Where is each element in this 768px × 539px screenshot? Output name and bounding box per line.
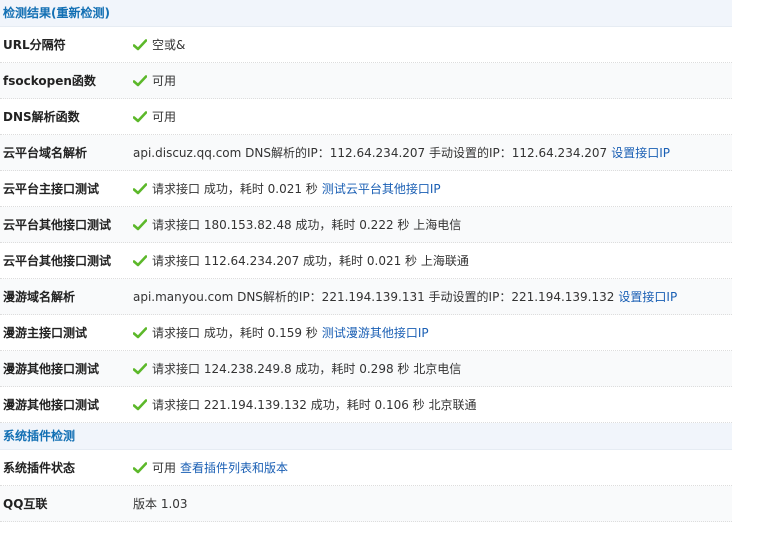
- row-label: URL分隔符: [3, 38, 66, 52]
- row-label: 漫游主接口测试: [3, 326, 88, 340]
- row-qq-connect: QQ互联 版本 1.03: [0, 486, 732, 522]
- row-value: 可用: [133, 72, 176, 89]
- test-manyou-other-ip-link[interactable]: 测试漫游其他接口IP: [322, 324, 429, 341]
- row-manyou-other-test-2: 漫游其他接口测试 请求接口 221.194.139.132 成功，耗时 0.10…: [0, 387, 732, 423]
- row-value: 版本 1.03: [133, 495, 188, 512]
- row-value: 可用 查看插件列表和版本: [133, 459, 288, 476]
- row-value: 请求接口 成功，耗时 0.021 秒 测试云平台其他接口IP: [133, 180, 441, 197]
- diagnostic-panel: 检测结果(重新检测) URL分隔符 空或& fsockopen函数 可用 DNS…: [0, 0, 732, 522]
- test-cloud-other-ip-link[interactable]: 测试云平台其他接口IP: [322, 180, 441, 197]
- check-icon: [133, 218, 147, 230]
- value-text: api.manyou.com DNS解析的IP：221.194.139.131 …: [133, 290, 615, 304]
- view-plugin-list-link[interactable]: 查看插件列表和版本: [180, 459, 288, 476]
- row-dns-function: DNS解析函数 可用: [0, 99, 732, 135]
- check-icon: [133, 110, 147, 122]
- set-interface-ip-link[interactable]: 设置接口IP: [618, 288, 677, 305]
- row-value: 请求接口 成功，耗时 0.159 秒 测试漫游其他接口IP: [133, 324, 429, 341]
- check-icon: [133, 326, 147, 338]
- row-plugin-status: 系统插件状态 可用 查看插件列表和版本: [0, 450, 732, 486]
- check-icon: [133, 38, 147, 50]
- value-text: 可用: [152, 110, 177, 124]
- row-manyou-other-test-1: 漫游其他接口测试 请求接口 124.238.249.8 成功，耗时 0.298 …: [0, 351, 732, 387]
- row-cloud-main-test: 云平台主接口测试 请求接口 成功，耗时 0.021 秒 测试云平台其他接口IP: [0, 171, 732, 207]
- value-text: 可用: [152, 461, 177, 475]
- row-label: 系统插件状态: [3, 461, 76, 475]
- row-cloud-dns: 云平台域名解析 api.discuz.qq.com DNS解析的IP：112.6…: [0, 135, 732, 171]
- section-header-plugin-check: 系统插件检测: [0, 423, 732, 450]
- check-icon: [133, 362, 147, 374]
- row-label: 云平台其他接口测试: [3, 254, 112, 268]
- value-text: 请求接口 221.194.139.132 成功，耗时 0.106 秒 北京联通: [152, 398, 477, 412]
- check-icon: [133, 461, 147, 473]
- section-header-check-results[interactable]: 检测结果(重新检测): [0, 0, 732, 27]
- row-value: 空或&: [133, 36, 185, 53]
- value-text: 可用: [152, 74, 177, 88]
- row-value: 请求接口 180.153.82.48 成功，耗时 0.222 秒 上海电信: [133, 216, 461, 233]
- row-value: 可用: [133, 108, 176, 125]
- value-text: 请求接口 124.238.249.8 成功，耗时 0.298 秒 北京电信: [152, 362, 462, 376]
- row-value: 请求接口 124.238.249.8 成功，耗时 0.298 秒 北京电信: [133, 360, 461, 377]
- row-fsockopen: fsockopen函数 可用: [0, 63, 732, 99]
- row-label: fsockopen函数: [3, 74, 96, 88]
- set-interface-ip-link[interactable]: 设置接口IP: [611, 144, 670, 161]
- row-cloud-other-test-1: 云平台其他接口测试 请求接口 180.153.82.48 成功，耗时 0.222…: [0, 207, 732, 243]
- row-cloud-other-test-2: 云平台其他接口测试 请求接口 112.64.234.207 成功，耗时 0.02…: [0, 243, 732, 279]
- row-label: 云平台域名解析: [3, 146, 88, 160]
- value-text: 请求接口 112.64.234.207 成功，耗时 0.021 秒 上海联通: [152, 254, 469, 268]
- check-icon: [133, 398, 147, 410]
- row-value: 请求接口 112.64.234.207 成功，耗时 0.021 秒 上海联通: [133, 252, 469, 269]
- row-label: 漫游其他接口测试: [3, 398, 100, 412]
- row-label: 漫游域名解析: [3, 290, 76, 304]
- row-value: api.manyou.com DNS解析的IP：221.194.139.131 …: [133, 288, 677, 305]
- row-manyou-dns: 漫游域名解析 api.manyou.com DNS解析的IP：221.194.1…: [0, 279, 732, 315]
- row-url-separator: URL分隔符 空或&: [0, 27, 732, 63]
- check-icon: [133, 182, 147, 194]
- check-icon: [133, 74, 147, 86]
- value-text: 空或&: [152, 38, 186, 52]
- row-value: 请求接口 221.194.139.132 成功，耗时 0.106 秒 北京联通: [133, 396, 477, 413]
- row-label: 漫游其他接口测试: [3, 362, 100, 376]
- value-text: api.discuz.qq.com DNS解析的IP：112.64.234.20…: [133, 146, 608, 160]
- check-icon: [133, 254, 147, 266]
- row-manyou-main-test: 漫游主接口测试 请求接口 成功，耗时 0.159 秒 测试漫游其他接口IP: [0, 315, 732, 351]
- value-text: 请求接口 180.153.82.48 成功，耗时 0.222 秒 上海电信: [152, 218, 462, 232]
- row-label: 云平台主接口测试: [3, 182, 100, 196]
- value-text: 版本 1.03: [133, 497, 188, 511]
- row-value: api.discuz.qq.com DNS解析的IP：112.64.234.20…: [133, 144, 670, 161]
- value-text: 请求接口 成功，耗时 0.159 秒: [152, 326, 318, 340]
- row-label: QQ互联: [3, 497, 48, 511]
- row-label: DNS解析函数: [3, 110, 80, 124]
- row-label: 云平台其他接口测试: [3, 218, 112, 232]
- value-text: 请求接口 成功，耗时 0.021 秒: [152, 182, 318, 196]
